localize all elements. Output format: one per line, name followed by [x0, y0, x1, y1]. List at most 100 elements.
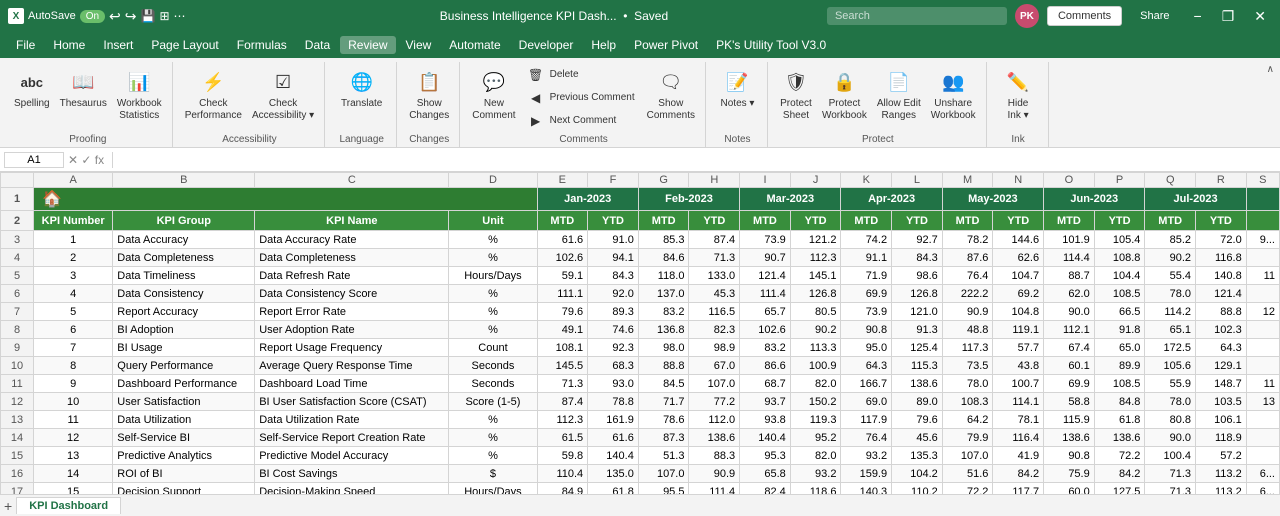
translate-icon: 🌐 [346, 66, 378, 98]
r3-d6[interactable]: 74.2 [841, 231, 892, 249]
protect-sheet-button[interactable]: 🛡 ProtectSheet [776, 64, 816, 124]
spelling-button[interactable]: abc Spelling [10, 64, 54, 112]
r3-d14[interactable]: 9... [1246, 231, 1279, 249]
add-sheet-button[interactable]: + [4, 498, 12, 514]
menu-home[interactable]: Home [45, 36, 93, 54]
menu-review[interactable]: Review [340, 36, 395, 54]
r3-d13[interactable]: 72.0 [1196, 231, 1247, 249]
r3-kpi-group[interactable]: Data Accuracy [113, 231, 255, 249]
r3-kpi-num[interactable]: 1 [34, 231, 113, 249]
accessibility-group-label: Accessibility [222, 134, 276, 147]
check-performance-icon: ⚡ [197, 66, 229, 98]
comments-button[interactable]: Comments [1047, 6, 1122, 26]
protect-workbook-button[interactable]: 🔒 ProtectWorkbook [818, 64, 871, 124]
r4-kpi-name[interactable]: Data Completeness [255, 249, 449, 267]
search-input[interactable] [827, 7, 1007, 25]
translate-button[interactable]: 🌐 Translate [337, 64, 386, 112]
toolbar-redo[interactable]: ↪ [125, 8, 137, 25]
menu-developer[interactable]: Developer [511, 36, 582, 54]
ribbon-group-protect: 🛡 ProtectSheet 🔒 ProtectWorkbook 📄 Allow… [770, 62, 987, 147]
profile-avatar[interactable]: PK [1015, 4, 1039, 28]
r3-d0[interactable]: 61.6 [537, 231, 588, 249]
share-button[interactable]: Share [1130, 7, 1179, 25]
toolbar-more[interactable]: ⋯ [174, 9, 186, 23]
ribbon-expand-button[interactable]: ∧ [1265, 62, 1276, 147]
col-N-header: N [993, 173, 1044, 188]
check-performance-button[interactable]: ⚡ CheckPerformance [181, 64, 246, 124]
restore-button[interactable]: ❐ [1216, 6, 1241, 27]
r4-unit[interactable]: % [449, 249, 537, 267]
r3-d3[interactable]: 87.4 [689, 231, 740, 249]
next-comment-icon: ▶ [528, 113, 544, 129]
menu-help[interactable]: Help [583, 36, 624, 54]
cell-reference-input[interactable] [4, 152, 64, 168]
sheet-tab-kpi[interactable]: KPI Dashboard [16, 497, 121, 514]
col-S-header: S [1246, 173, 1279, 188]
menu-page-layout[interactable]: Page Layout [143, 36, 226, 54]
notes-group-label: Notes [724, 134, 750, 147]
show-comments-button[interactable]: 🗨 ShowComments [643, 64, 699, 124]
r3-d11[interactable]: 105.4 [1094, 231, 1145, 249]
col-next [1246, 211, 1279, 231]
r3-d1[interactable]: 91.0 [588, 231, 639, 249]
minimize-button[interactable]: − [1188, 6, 1208, 26]
r3-kpi-name[interactable]: Data Accuracy Rate [255, 231, 449, 249]
r3-unit[interactable]: % [449, 231, 537, 249]
row-14: 14 12 Self-Service BI Self-Service Repor… [1, 429, 1280, 447]
r3-d8[interactable]: 78.2 [942, 231, 993, 249]
workbook-statistics-button[interactable]: 📊 WorkbookStatistics [113, 64, 166, 124]
row-11: 11 9 Dashboard Performance Dashboard Loa… [1, 375, 1280, 393]
previous-comment-button[interactable]: ◀ Previous Comment [522, 87, 641, 109]
menu-automate[interactable]: Automate [441, 36, 508, 54]
r3-d2[interactable]: 85.3 [638, 231, 689, 249]
r3-d9[interactable]: 144.6 [993, 231, 1044, 249]
language-group-label: Language [339, 134, 384, 147]
col-D-header: D [449, 173, 537, 188]
toolbar-save[interactable]: 💾 [141, 9, 156, 23]
show-changes-button[interactable]: 📋 ShowChanges [405, 64, 453, 124]
toolbar-undo[interactable]: ↩ [109, 8, 121, 25]
new-comment-button[interactable]: 💬 NewComment [468, 64, 519, 124]
hide-ink-button[interactable]: ✏️ HideInk ▾ [998, 64, 1038, 124]
r3-d5[interactable]: 121.2 [790, 231, 841, 249]
month-may: May-2023 [942, 188, 1043, 211]
show-changes-label: ShowChanges [409, 98, 449, 122]
r4-kpi-group[interactable]: Data Completeness [113, 249, 255, 267]
next-comment-button[interactable]: ▶ Next Comment [522, 110, 641, 132]
delete-comment-button[interactable]: 🗑 Delete [522, 64, 641, 86]
menu-pk-utility[interactable]: PK's Utility Tool V3.0 [708, 36, 834, 54]
comments-buttons: 💬 NewComment 🗑 Delete ◀ Previous Comment… [468, 64, 699, 134]
menu-view[interactable]: View [398, 36, 440, 54]
notes-icon: 📝 [721, 66, 753, 98]
col-kpi-num: KPI Number [34, 211, 113, 231]
row-5: 5 3 Data Timeliness Data Refresh Rate Ho… [1, 267, 1280, 285]
notes-button[interactable]: 📝 Notes ▾ [717, 64, 759, 112]
close-button[interactable]: ✕ [1248, 6, 1272, 27]
col-unit: Unit [449, 211, 537, 231]
r3-d4[interactable]: 73.9 [740, 231, 791, 249]
autosave-toggle[interactable]: On [80, 10, 105, 23]
menu-power-pivot[interactable]: Power Pivot [626, 36, 706, 54]
col-K-header: K [841, 173, 892, 188]
r3-d7[interactable]: 92.7 [892, 231, 943, 249]
unshare-workbook-button[interactable]: 👥 UnshareWorkbook [927, 64, 980, 124]
spelling-label: Spelling [14, 98, 50, 110]
allow-edit-ranges-button[interactable]: 📄 Allow EditRanges [873, 64, 925, 124]
r3-d12[interactable]: 85.2 [1145, 231, 1196, 249]
spreadsheet-scroll[interactable]: A B C D E F G H I J K L M N O [0, 172, 1280, 494]
ribbon-group-language: 🌐 Translate Language [327, 62, 397, 147]
menu-data[interactable]: Data [297, 36, 338, 54]
toolbar-table[interactable]: ⊞ [159, 9, 169, 23]
menu-insert[interactable]: Insert [95, 36, 141, 54]
check-accessibility-button[interactable]: ☑ CheckAccessibility ▾ [248, 64, 318, 124]
menu-file[interactable]: File [8, 36, 43, 54]
formula-input[interactable] [121, 154, 1276, 166]
ink-group-label: Ink [1011, 134, 1024, 147]
col-J-header: J [790, 173, 841, 188]
changes-buttons: 📋 ShowChanges [405, 64, 453, 134]
menu-formulas[interactable]: Formulas [229, 36, 295, 54]
thesaurus-button[interactable]: 📖 Thesaurus [56, 64, 111, 112]
r4-kpi-num[interactable]: 2 [34, 249, 113, 267]
r3-d10[interactable]: 101.9 [1044, 231, 1095, 249]
accessibility-buttons: ⚡ CheckPerformance ☑ CheckAccessibility … [181, 64, 319, 134]
